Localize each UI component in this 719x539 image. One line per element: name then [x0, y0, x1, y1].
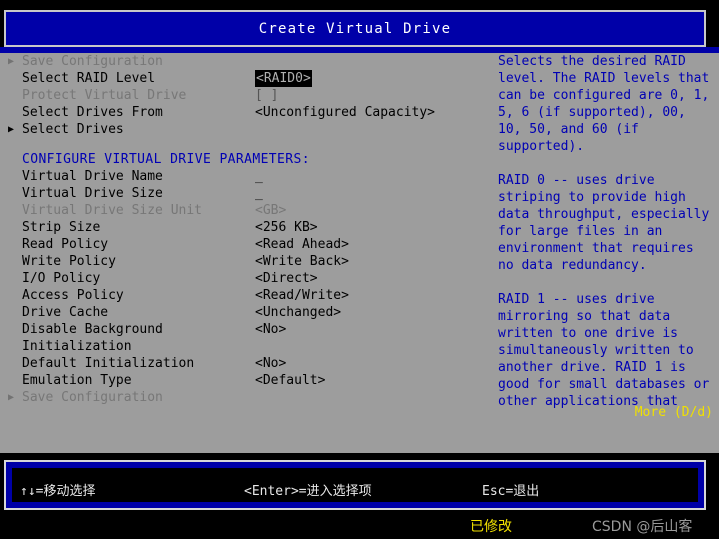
submenu-arrow-icon: ▶ [8, 56, 15, 67]
main-content-area: ▶ Save Configuration Select RAID Level <RAI… [0, 53, 719, 453]
parameter-row[interactable]: Virtual Drive Size _ [0, 185, 490, 202]
parameter-label: Access Policy [22, 288, 124, 303]
setting-label: Select Drives From [22, 105, 163, 120]
parameter-row[interactable]: Emulation Type <Default> [0, 372, 490, 389]
setting-row[interactable]: ▶ Select Drives [0, 121, 490, 138]
section-heading-label: CONFIGURE VIRTUAL DRIVE PARAMETERS: [22, 152, 310, 167]
key-hint-bar-inner: ↑↓=移动选择 <Enter>=进入选择项 Esc=退出 [12, 468, 698, 502]
parameter-value[interactable]: <Unchanged> [255, 304, 341, 321]
parameter-value[interactable]: <Default> [255, 372, 325, 389]
parameter-row[interactable]: I/O Policy <Direct> [0, 270, 490, 287]
parameter-value[interactable]: <Write Back> [255, 253, 349, 270]
parameter-label: I/O Policy [22, 271, 101, 286]
parameter-row[interactable]: Access Policy <Read/Write> [0, 287, 490, 304]
section-heading-row: CONFIGURE VIRTUAL DRIVE PARAMETERS: [0, 151, 490, 168]
parameter-label: Default Initialization [22, 356, 195, 371]
parameter-label: Write Policy [22, 254, 116, 269]
status-bar: 已修改 CSDN @后山客 [0, 511, 719, 539]
parameter-label: Read Policy [22, 237, 109, 252]
parameter-row[interactable]: ▶ Save Configuration [0, 389, 490, 406]
parameter-row[interactable]: Drive Cache <Unchanged> [0, 304, 490, 321]
more-help-indicator[interactable]: More (D/d) [635, 404, 713, 421]
parameter-row[interactable]: Virtual Drive Size Unit <GB> [0, 202, 490, 219]
parameter-row[interactable]: Read Policy <Read Ahead> [0, 236, 490, 253]
parameter-row[interactable]: Strip Size <256 KB> [0, 219, 490, 236]
parameter-value[interactable]: <Read/Write> [255, 287, 349, 304]
hint-escape-exit: Esc=退出 [482, 484, 540, 499]
bios-setup-screen: Create Virtual Drive ▶ Save Configuration… [0, 0, 719, 539]
submenu-arrow-icon: ▶ [8, 124, 15, 135]
virtual-drive-parameters-list: Virtual Drive Name _ Virtual Drive Size _ Vi… [0, 168, 490, 406]
parameter-value[interactable]: _ [255, 185, 263, 202]
setting-label: Save Configuration [22, 54, 163, 69]
parameter-row[interactable]: Virtual Drive Name _ [0, 168, 490, 185]
parameter-value[interactable]: <GB> [255, 202, 286, 219]
settings-menu-column: ▶ Save Configuration Select RAID Level <RAI… [0, 53, 490, 453]
key-hint-bar: ↑↓=移动选择 <Enter>=进入选择项 Esc=退出 [4, 460, 706, 510]
parameter-row[interactable]: Initialization [0, 338, 490, 355]
parameter-label: Save Configuration [22, 390, 163, 405]
parameter-label: Virtual Drive Size [22, 186, 163, 201]
setting-value[interactable]: <RAID0> [255, 70, 312, 87]
setting-value[interactable]: [ ] [255, 87, 278, 104]
parameter-label: Virtual Drive Size Unit [22, 203, 203, 218]
setting-value[interactable]: <Unconfigured Capacity> [255, 104, 435, 121]
help-paragraph: Selects the desired RAID level. The RAID… [498, 54, 718, 154]
parameter-label: Initialization [22, 339, 132, 354]
parameter-label: Disable Background [22, 322, 163, 337]
parameter-value[interactable]: <Read Ahead> [255, 236, 349, 253]
parameter-label: Strip Size [22, 220, 101, 235]
status-badge-modified: 已修改 [470, 519, 512, 535]
page-title: Create Virtual Drive [258, 20, 452, 37]
setting-row[interactable]: Select Drives From <Unconfigured Capacity… [0, 104, 490, 121]
parameter-row[interactable]: Disable Background <No> [0, 321, 490, 338]
parameter-row[interactable]: Default Initialization <No> [0, 355, 490, 372]
hint-move-selection: ↑↓=移动选择 [20, 484, 96, 499]
help-panel: Selects the desired RAID level. The RAID… [498, 53, 713, 453]
setting-row[interactable]: Select RAID Level <RAID0> [0, 70, 490, 87]
window-title-bar: Create Virtual Drive [4, 10, 706, 47]
primary-settings-list: ▶ Save Configuration Select RAID Level <RAI… [0, 53, 490, 138]
parameter-value[interactable]: <No> [255, 355, 286, 372]
parameter-value[interactable]: <No> [255, 321, 286, 338]
setting-row[interactable]: ▶ Save Configuration [0, 53, 490, 70]
parameter-label: Virtual Drive Name [22, 169, 163, 184]
parameter-value[interactable]: <Direct> [255, 270, 318, 287]
hint-enter-select: <Enter>=进入选择项 [244, 484, 372, 499]
parameter-row[interactable]: Write Policy <Write Back> [0, 253, 490, 270]
watermark-label: CSDN @后山客 [592, 519, 693, 535]
setting-label: Select RAID Level [22, 71, 156, 86]
submenu-arrow-icon: ▶ [8, 392, 15, 403]
setting-row[interactable]: Protect Virtual Drive [ ] [0, 87, 490, 104]
parameter-value[interactable]: _ [255, 168, 263, 185]
parameter-value[interactable]: <256 KB> [255, 219, 318, 236]
help-paragraph: RAID 0 -- uses drive striping to provide… [498, 173, 718, 273]
parameter-label: Drive Cache [22, 305, 109, 320]
setting-label: Protect Virtual Drive [22, 88, 187, 103]
parameter-label: Emulation Type [22, 373, 132, 388]
help-paragraph: RAID 1 -- uses drive mirroring so that d… [498, 292, 718, 409]
setting-label: Select Drives [22, 122, 124, 137]
